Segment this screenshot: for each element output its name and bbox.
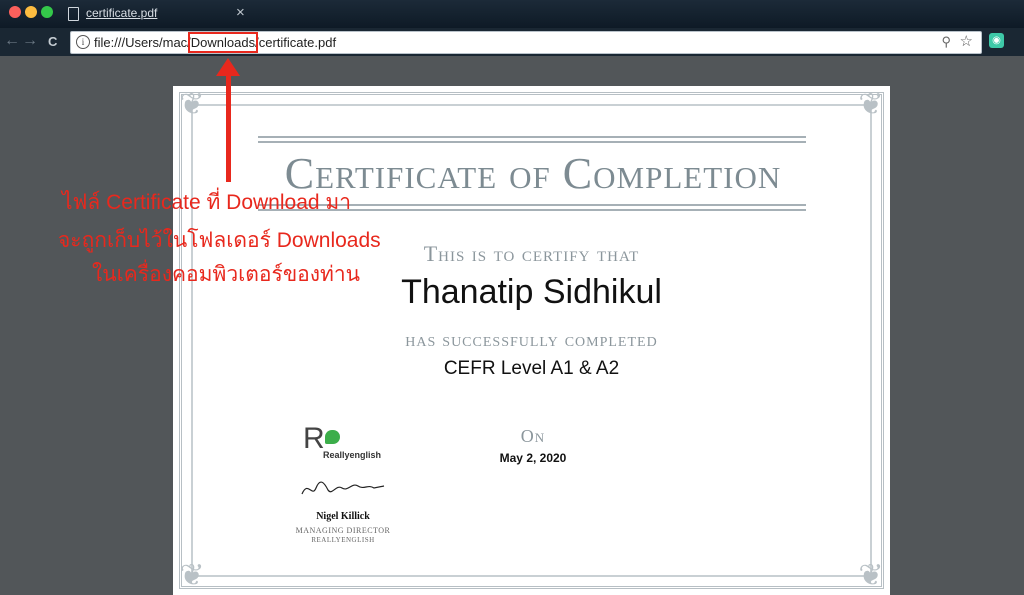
forward-button[interactable]: → [22,32,38,50]
pdf-page: ❦ ❦ ❦ ❦ Certificate of Completion This i… [173,86,890,595]
url-downloads-segment: Downloads [187,32,259,53]
tab-certificate[interactable]: certificate.pdf × [60,3,250,28]
highlight-box [187,32,259,53]
logo-letter: R [303,422,325,455]
corner-ornament-icon: ❦ [179,559,205,592]
zoom-icon[interactable]: ⚲ [941,34,951,50]
annotation-line-3: ในเครื่องคอมพิวเตอร์ของท่าน [92,263,361,286]
annotation-line-2: จะถูกเก็บไว้ในโฟลเดอร์ Downloads [58,229,381,252]
corner-ornament-icon: ❦ [858,88,884,121]
back-button[interactable]: ← [4,32,20,50]
speech-bubble-icon [325,430,340,444]
course-name: CEFR Level A1 & A2 [443,358,620,379]
window-titlebar: certificate.pdf × [0,0,1024,28]
on-label: On [520,426,546,446]
signer-organization: REALLYENGLISH [311,536,375,544]
url-text[interactable]: file:///Users/mac/Downloads/certificate.… [94,32,336,53]
maximize-window-button[interactable] [41,6,53,18]
signer-title: MANAGING DIRECTOR [295,526,391,535]
title-rule-top [258,136,806,138]
tab-close-icon[interactable]: × [236,4,245,21]
corner-ornament-icon: ❦ [858,559,884,592]
annotation-line-1: ไฟล์ Certificate ที่ Download มา [62,191,352,214]
address-bar[interactable]: i file:///Users/mac/Downloads/certificat… [70,31,982,54]
corner-ornament-icon: ❦ [179,88,205,121]
minimize-window-button[interactable] [25,6,37,18]
document-icon [68,7,79,21]
signer-name: Nigel Killick [316,511,370,522]
star-icon[interactable]: ☆ [960,32,973,50]
arrow-shaft [226,72,231,182]
tab-title: certificate.pdf [86,6,158,20]
completion-date: May 2, 2020 [499,451,567,465]
browser-toolbar: ← → C i file:///Users/mac/Downloads/cert… [0,28,1024,56]
info-icon[interactable]: i [76,35,90,49]
reallyenglish-logo: R Reallyenglish [303,422,393,466]
completed-line: has successfully completed [405,329,658,351]
signature-icon [301,481,385,495]
extension-icon[interactable]: ◉ [989,33,1004,48]
title-rule-top [258,141,806,143]
close-window-button[interactable] [9,6,21,18]
logo-text: Reallyenglish [323,450,382,460]
reload-button[interactable]: C [48,34,57,49]
